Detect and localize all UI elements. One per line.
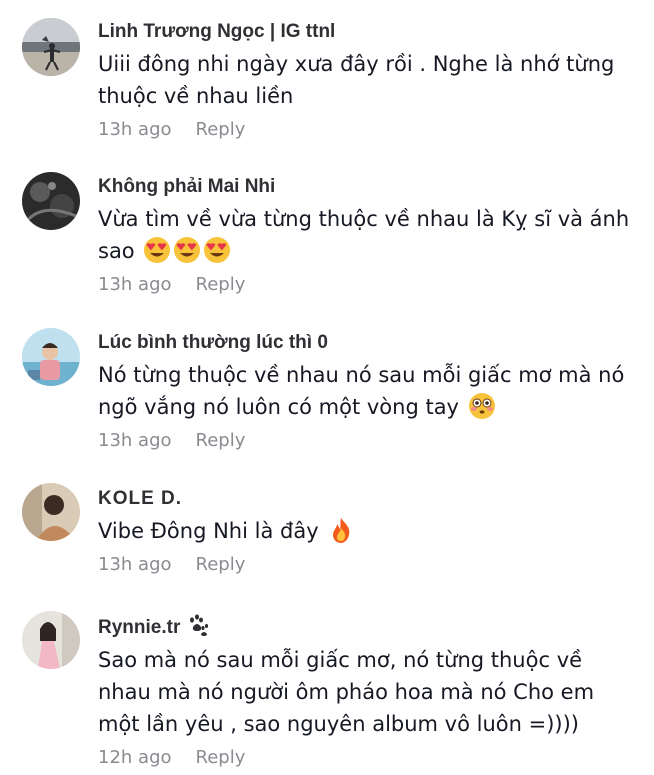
comment-text-body: Nó từng thuộc về nhau nó sau mỗi giấc mơ… bbox=[98, 363, 625, 419]
avatar[interactable] bbox=[22, 172, 80, 230]
paw-prints-icon bbox=[186, 613, 210, 637]
timestamp: 13h ago bbox=[98, 430, 172, 451]
username[interactable]: KOLE D. bbox=[98, 487, 638, 511]
timestamp: 12h ago bbox=[98, 747, 172, 768]
comment-text: Vibe Đông Nhi là đây bbox=[98, 515, 638, 547]
fire-icon bbox=[327, 516, 355, 544]
reply-button[interactable]: Reply bbox=[196, 119, 246, 140]
dark-abstract-avatar-icon bbox=[22, 172, 80, 230]
person-by-water-avatar-icon bbox=[22, 328, 80, 386]
username-label[interactable]: Rynnie.tr bbox=[98, 617, 180, 638]
comment-text: Vừa tìm về vừa từng thuộc về nhau là Kỵ … bbox=[98, 203, 638, 267]
username[interactable]: Lúc bình thường lúc thì 0 bbox=[98, 331, 638, 355]
comment-meta: 13h ago Reply bbox=[98, 273, 638, 297]
person-in-room-avatar-icon bbox=[22, 483, 80, 541]
comment-meta: 13h ago Reply bbox=[98, 429, 638, 453]
comment-meta: 13h ago Reply bbox=[98, 118, 638, 142]
avatar[interactable] bbox=[22, 611, 80, 669]
comment-text-body: Sao mà nó sau mỗi giấc mơ, nó từng thuộc… bbox=[98, 648, 595, 736]
beach-silhouette-avatar-icon bbox=[22, 18, 80, 76]
reply-button[interactable]: Reply bbox=[196, 747, 246, 768]
username[interactable]: Linh Trương Ngọc | IG ttnl bbox=[98, 20, 638, 44]
reply-button[interactable]: Reply bbox=[196, 554, 246, 575]
comment-meta: 13h ago Reply bbox=[98, 553, 638, 577]
comment-text: Nó từng thuộc về nhau nó sau mỗi giấc mơ… bbox=[98, 359, 638, 423]
reply-button[interactable]: Reply bbox=[196, 274, 246, 295]
heart-eyes-icon bbox=[173, 236, 201, 264]
username[interactable]: Không phải Mai Nhi bbox=[98, 175, 638, 199]
flushed-face-icon bbox=[468, 392, 496, 420]
heart-eyes-icon bbox=[143, 236, 171, 264]
timestamp: 13h ago bbox=[98, 119, 172, 140]
reply-button[interactable]: Reply bbox=[196, 430, 246, 451]
avatar[interactable] bbox=[22, 18, 80, 76]
avatar[interactable] bbox=[22, 483, 80, 541]
heart-eyes-icon bbox=[203, 236, 231, 264]
comment-text: Sao mà nó sau mỗi giấc mơ, nó từng thuộc… bbox=[98, 644, 638, 740]
timestamp: 13h ago bbox=[98, 274, 172, 295]
comment-meta: 12h ago Reply bbox=[98, 746, 638, 770]
username: Rynnie.tr bbox=[98, 613, 638, 640]
woman-portrait-avatar-icon bbox=[22, 611, 80, 669]
comment-text: Uiii đông nhi ngày xưa đây rồi . Nghe là… bbox=[98, 48, 638, 112]
comment-text-body: Vibe Đông Nhi là đây bbox=[98, 519, 319, 543]
avatar[interactable] bbox=[22, 328, 80, 386]
timestamp: 13h ago bbox=[98, 554, 172, 575]
comment-text-body: Uiii đông nhi ngày xưa đây rồi . Nghe là… bbox=[98, 52, 615, 108]
